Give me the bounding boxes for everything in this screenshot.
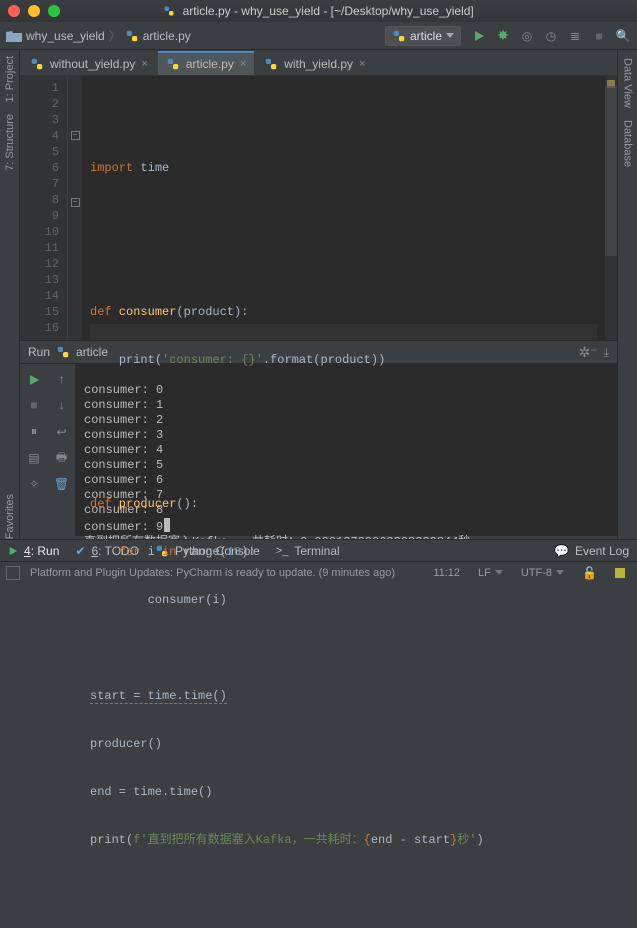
- encoding-selector[interactable]: UTF-8: [517, 567, 568, 579]
- chevron-right-icon: 〉: [109, 27, 121, 44]
- pause-output-button[interactable]: ⏸: [26, 424, 42, 440]
- chevron-down-icon: [556, 570, 564, 575]
- python-icon: [56, 345, 70, 359]
- editor-tabs: without_yield.py × article.py × with_yie…: [20, 50, 637, 76]
- line-separator-selector[interactable]: LF: [474, 567, 507, 579]
- toolbar: ✸ ◎ ◷ ≣ ■ 🔍: [465, 28, 631, 44]
- search-everywhere-button[interactable]: 🔍: [615, 28, 631, 44]
- line-number-gutter: 1234 5678 9101112 13141516: [20, 76, 68, 340]
- editor-scrollbar[interactable]: [605, 76, 617, 340]
- current-line-highlight: [90, 324, 597, 340]
- up-stacktrace-button[interactable]: ↑: [54, 372, 70, 388]
- folder-icon: [6, 29, 22, 43]
- python-file-icon: [125, 29, 139, 43]
- run-config-selector[interactable]: article: [385, 26, 461, 46]
- run-button[interactable]: [471, 28, 487, 44]
- status-bar: Platform and Plugin Updates: PyCharm is …: [0, 561, 637, 583]
- code-area[interactable]: import time def consumer(product): print…: [82, 76, 605, 340]
- fold-toggle-icon[interactable]: −: [71, 131, 80, 140]
- profile-button[interactable]: ◷: [543, 28, 559, 44]
- fold-gutter[interactable]: − −: [68, 76, 82, 340]
- tab-without-yield[interactable]: without_yield.py ×: [22, 52, 156, 75]
- rerun-button[interactable]: [26, 372, 42, 388]
- hide-toolwindow-icon[interactable]: ⤓: [604, 345, 609, 360]
- window-title: article.py - why_use_yield - [~/Desktop/…: [0, 4, 637, 18]
- down-stacktrace-button[interactable]: ↓: [54, 398, 70, 414]
- fold-toggle-icon[interactable]: −: [71, 198, 80, 207]
- database-toolwindow-tab[interactable]: Database: [620, 114, 636, 173]
- text-cursor: [164, 518, 170, 532]
- tab-with-yield[interactable]: with_yield.py ×: [256, 52, 373, 75]
- python-file-icon: [166, 57, 180, 71]
- tab-label: article.py: [186, 57, 234, 71]
- maximize-icon[interactable]: [48, 5, 60, 17]
- coverage-button[interactable]: ◎: [519, 28, 535, 44]
- window-titlebar: article.py - why_use_yield - [~/Desktop/…: [0, 0, 637, 22]
- debug-button[interactable]: ✸: [495, 28, 511, 44]
- run-tab[interactable]: 4: Run: [8, 544, 59, 558]
- dataview-toolwindow-tab[interactable]: Data View: [620, 52, 636, 114]
- chevron-down-icon: [495, 570, 503, 575]
- python-icon: [392, 29, 406, 43]
- python-file-icon: [30, 57, 44, 71]
- run-toolwindow-title: Run: [28, 345, 50, 359]
- scrollbar-thumb[interactable]: [605, 86, 617, 256]
- readonly-toggle-icon[interactable]: 🔓: [578, 566, 601, 580]
- tab-article[interactable]: article.py ×: [158, 51, 254, 75]
- close-tab-icon[interactable]: ×: [141, 58, 147, 70]
- layout-button[interactable]: ▤: [26, 450, 42, 466]
- stop-button[interactable]: ■: [591, 28, 607, 44]
- tab-label: without_yield.py: [50, 57, 135, 71]
- todo-icon: ✔: [75, 544, 85, 558]
- caret-position[interactable]: 11:12: [429, 567, 464, 579]
- pin-button[interactable]: ✧: [26, 476, 42, 492]
- clear-button[interactable]: 🗑: [54, 476, 70, 492]
- breadcrumb-file[interactable]: article.py: [143, 29, 191, 43]
- structure-toolwindow-tab[interactable]: 7: Structure: [2, 108, 18, 177]
- inspections-profile-icon[interactable]: [611, 568, 631, 578]
- print-button[interactable]: 🖶: [54, 450, 70, 466]
- chevron-down-icon: [446, 33, 454, 38]
- breadcrumb-project[interactable]: why_use_yield: [26, 29, 105, 43]
- run-icon: [8, 546, 18, 556]
- minimize-icon[interactable]: [28, 5, 40, 17]
- tab-label: with_yield.py: [284, 57, 353, 71]
- close-tab-icon[interactable]: ×: [240, 58, 246, 70]
- close-icon[interactable]: [8, 5, 20, 17]
- soft-wrap-button[interactable]: ↩: [54, 424, 70, 440]
- code-editor[interactable]: 1234 5678 9101112 13141516 − − import ti…: [20, 76, 617, 340]
- traffic-lights: [8, 5, 60, 17]
- stop-run-button[interactable]: ■: [26, 398, 42, 414]
- concurrency-button[interactable]: ≣: [567, 28, 583, 44]
- python-file-icon: [264, 57, 278, 71]
- breadcrumb[interactable]: why_use_yield 〉 article.py: [6, 27, 381, 44]
- run-config-name: article: [410, 29, 442, 43]
- project-toolwindow-tab[interactable]: 1: Project: [2, 50, 18, 108]
- toolwindows-quick-access-icon[interactable]: [6, 566, 20, 580]
- close-tab-icon[interactable]: ×: [359, 58, 365, 70]
- status-message[interactable]: Platform and Plugin Updates: PyCharm is …: [30, 567, 419, 579]
- navigation-bar: why_use_yield 〉 article.py article ✸ ◎ ◷…: [0, 22, 637, 50]
